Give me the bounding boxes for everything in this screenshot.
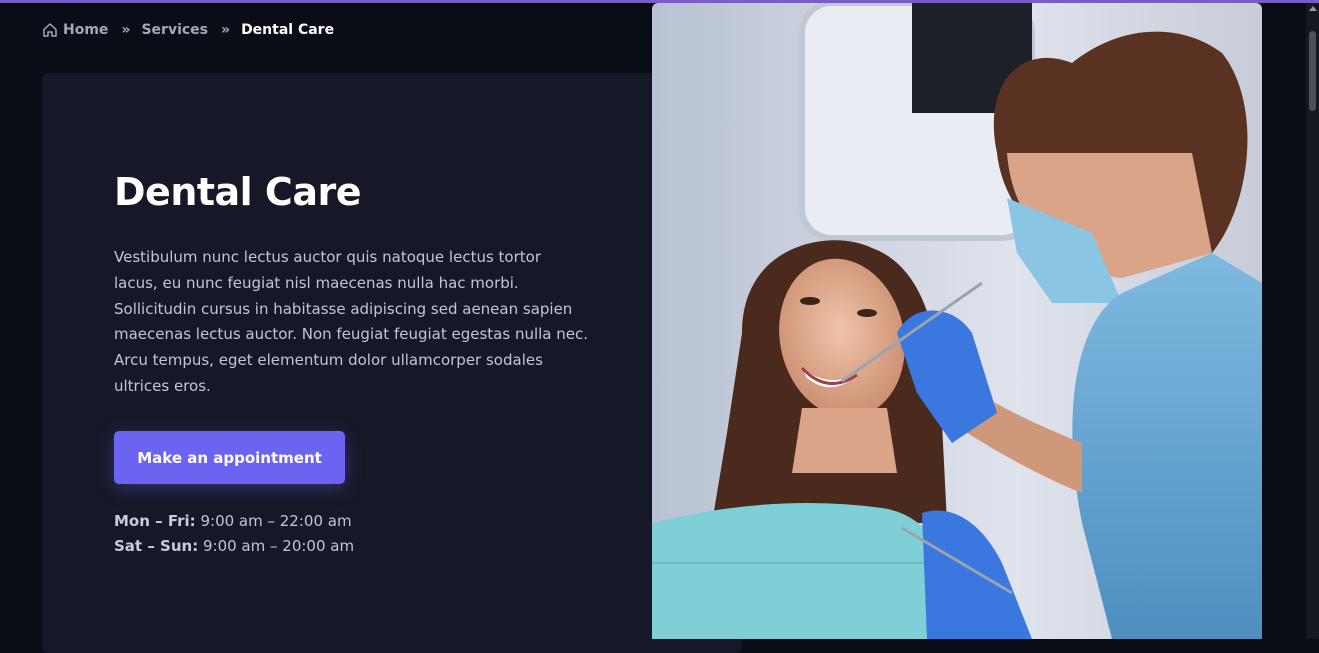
home-icon (43, 23, 57, 37)
hours-row: Sat – Sun: 9:00 am – 20:00 am (114, 534, 354, 559)
breadcrumb-services-link[interactable]: Services (141, 22, 208, 38)
opening-hours: Mon – Fri: 9:00 am – 22:00 am Sat – Sun:… (114, 509, 354, 559)
scrollbar-thumb[interactable] (1309, 31, 1316, 111)
breadcrumb: Home » Services » Dental Care (42, 20, 334, 40)
hours-time: 9:00 am – 22:00 am (200, 512, 352, 530)
page-title: Dental Care (114, 170, 361, 214)
breadcrumb-current: Dental Care (241, 22, 335, 38)
dentist-patient-photo (652, 3, 1262, 639)
hours-days: Sat – Sun: (114, 537, 199, 555)
hero-description: Vestibulum nunc lectus auctor quis natoq… (114, 248, 589, 395)
hours-row: Mon – Fri: 9:00 am – 22:00 am (114, 509, 354, 534)
hours-time: 9:00 am – 20:00 am (202, 537, 355, 555)
scrollbar[interactable] (1306, 3, 1319, 639)
breadcrumb-separator: » (221, 22, 230, 38)
breadcrumb-separator: » (121, 22, 130, 38)
breadcrumb-home-link[interactable]: Home (63, 22, 108, 38)
hours-days: Mon – Fri: (114, 512, 196, 530)
scroll-up-arrow-icon[interactable] (1309, 6, 1317, 11)
make-appointment-button[interactable]: Make an appointment (114, 431, 345, 484)
